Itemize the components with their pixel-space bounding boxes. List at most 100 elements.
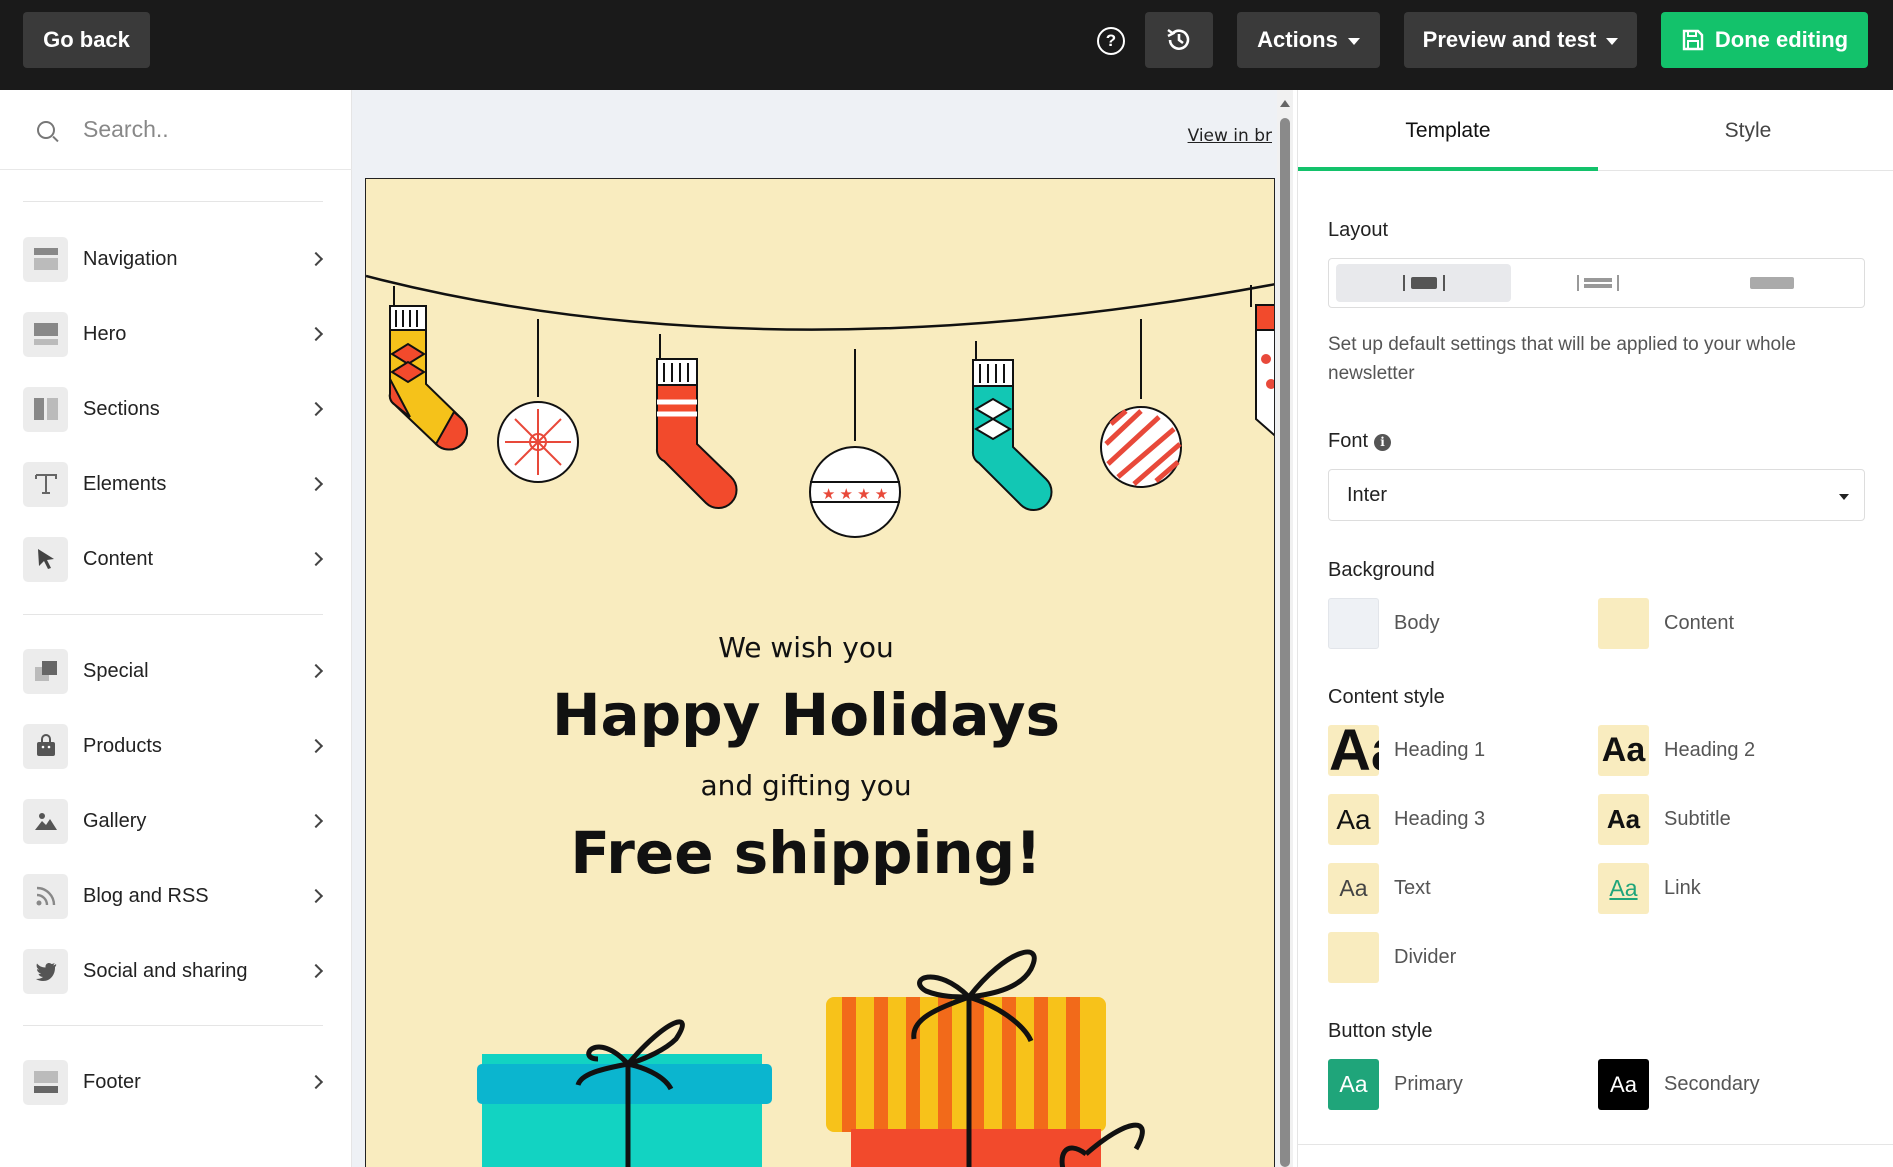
swatch-label: Content — [1664, 612, 1735, 634]
sidebar-item-special[interactable]: Special — [23, 646, 329, 696]
style-heading-2[interactable]: Aa Heading 2 — [1598, 725, 1755, 776]
blocks-sidebar: Search.. Navigation Hero Sections Elemen… — [0, 90, 352, 1167]
stocking-yellow — [388, 286, 469, 451]
present-yellow-striped — [826, 949, 1145, 1167]
heading-2-sample: Aa — [1598, 725, 1649, 776]
background-body-swatch[interactable]: Body — [1328, 598, 1440, 649]
style-heading-1[interactable]: Aa Heading 1 — [1328, 725, 1485, 776]
chevron-right-icon — [308, 963, 324, 979]
sidebar-item-products[interactable]: Products — [23, 721, 329, 771]
sidebar-item-label: Hero — [83, 322, 127, 345]
history-icon — [1167, 29, 1190, 50]
sidebar-item-label: Navigation — [83, 247, 178, 270]
swatch-label: Heading 3 — [1394, 808, 1486, 830]
style-link[interactable]: Aa Link — [1598, 863, 1701, 914]
greeting-line-2[interactable]: and gifting you — [366, 769, 1274, 802]
scroll-up-arrow-icon[interactable] — [1280, 100, 1290, 107]
content-style-title: Content style — [1328, 686, 1445, 708]
help-icon[interactable]: ? — [1097, 27, 1125, 55]
sidebar-item-hero[interactable]: Hero — [23, 309, 329, 359]
shopping-bag-icon — [23, 723, 68, 769]
chevron-right-icon — [308, 813, 324, 829]
chevron-right-icon — [308, 251, 324, 267]
sidebar-item-content[interactable]: Content — [23, 534, 329, 584]
sections-icon — [23, 386, 68, 432]
background-content-swatch[interactable]: Content — [1598, 598, 1734, 649]
image-icon — [23, 798, 68, 844]
sidebar-item-label: Gallery — [83, 809, 147, 832]
sidebar-item-gallery[interactable]: Gallery — [23, 796, 329, 846]
style-subtitle[interactable]: Aa Subtitle — [1598, 794, 1731, 845]
view-in-browser-link[interactable]: View in br — [1188, 126, 1272, 146]
panel-bottom-divider — [1298, 1144, 1893, 1145]
tab-label: Style — [1724, 118, 1772, 142]
swatch-label: Subtitle — [1664, 808, 1731, 830]
search-bar[interactable]: Search.. — [0, 90, 352, 170]
sidebar-item-footer[interactable]: Footer — [23, 1057, 329, 1107]
swatch-label: Body — [1394, 612, 1440, 634]
button-style-secondary[interactable]: Aa Secondary — [1598, 1059, 1760, 1110]
headline-happy-holidays[interactable]: Happy Holidays — [366, 681, 1274, 749]
swatch-label: Divider — [1394, 946, 1457, 968]
style-heading-3[interactable]: Aa Heading 3 — [1328, 794, 1485, 845]
sidebar-item-social-sharing[interactable]: Social and sharing — [23, 946, 329, 996]
background-title: Background — [1328, 559, 1435, 581]
canvas-scrollbar[interactable] — [1277, 90, 1293, 1167]
email-canvas[interactable]: View in br ★ ★ ★ ★ We wish you Happy Hol… — [352, 90, 1293, 1167]
swatch-label: Link — [1664, 877, 1701, 899]
style-divider[interactable]: Divider — [1328, 932, 1456, 983]
history-button[interactable] — [1145, 12, 1213, 68]
done-editing-label: Done editing — [1714, 27, 1849, 52]
search-input[interactable]: Search.. — [83, 116, 169, 143]
done-editing-button[interactable]: Done editing — [1661, 12, 1868, 68]
tab-template[interactable]: Template — [1298, 90, 1598, 171]
chevron-down-icon — [1839, 494, 1849, 500]
sidebar-item-blog-rss[interactable]: Blog and RSS — [23, 871, 329, 921]
layout-option-medium[interactable] — [1510, 264, 1685, 302]
info-icon[interactable]: i — [1374, 433, 1392, 451]
scrollbar-thumb[interactable] — [1280, 118, 1290, 1167]
sample-text: Aa — [1601, 731, 1646, 769]
secondary-button-sample: Aa — [1598, 1059, 1649, 1110]
sidebar-item-navigation[interactable]: Navigation — [23, 234, 329, 284]
ornament-snowflake — [497, 319, 579, 483]
layout-narrow-icon — [1402, 275, 1445, 291]
headline-free-shipping[interactable]: Free shipping! — [366, 819, 1274, 887]
sample-text: Aa — [1339, 1071, 1368, 1097]
sidebar-item-elements[interactable]: Elements — [23, 459, 329, 509]
divider-sample — [1328, 932, 1379, 983]
sample-text: Aa — [1339, 875, 1368, 901]
chevron-right-icon — [308, 738, 324, 754]
content-color-swatch[interactable] — [1598, 598, 1649, 649]
text-t-icon — [23, 461, 68, 507]
preview-label: Preview and test — [1422, 27, 1597, 52]
font-title: Font i — [1328, 430, 1392, 453]
swatch-label: Primary — [1394, 1073, 1463, 1095]
preview-and-test-button[interactable]: Preview and test — [1404, 12, 1637, 68]
link-sample: Aa — [1598, 863, 1649, 914]
sidebar-item-sections[interactable]: Sections — [23, 384, 329, 434]
sidebar-item-label: Footer — [83, 1070, 141, 1093]
body-color-swatch[interactable] — [1328, 598, 1379, 649]
sample-text: Aa — [1610, 1071, 1637, 1097]
sample-text: Aa — [1606, 804, 1641, 834]
cursor-icon — [23, 536, 68, 582]
button-style-primary[interactable]: Aa Primary — [1328, 1059, 1463, 1110]
active-tab-indicator — [1298, 167, 1598, 171]
greeting-line-1[interactable]: We wish you — [366, 631, 1274, 664]
help-glyph: ? — [1105, 31, 1117, 50]
tab-style[interactable]: Style — [1598, 90, 1893, 171]
go-back-button[interactable]: Go back — [23, 12, 150, 68]
hero-icon — [23, 311, 68, 357]
email-content[interactable]: ★ ★ ★ ★ We wish you Happy Holidays and g… — [365, 178, 1275, 1167]
font-select[interactable]: Inter — [1328, 469, 1865, 521]
chevron-right-icon — [308, 663, 324, 679]
button-style-title: Button style — [1328, 1020, 1433, 1042]
top-bar: Go back ? Actions Preview and test Done … — [0, 0, 1893, 90]
layout-option-wide[interactable] — [1684, 264, 1859, 302]
layout-option-narrow[interactable] — [1336, 264, 1511, 302]
style-text[interactable]: Aa Text — [1328, 863, 1431, 914]
actions-button[interactable]: Actions — [1237, 12, 1380, 68]
subtitle-sample: Aa — [1598, 794, 1649, 845]
sample-text: Aa — [1609, 875, 1638, 901]
